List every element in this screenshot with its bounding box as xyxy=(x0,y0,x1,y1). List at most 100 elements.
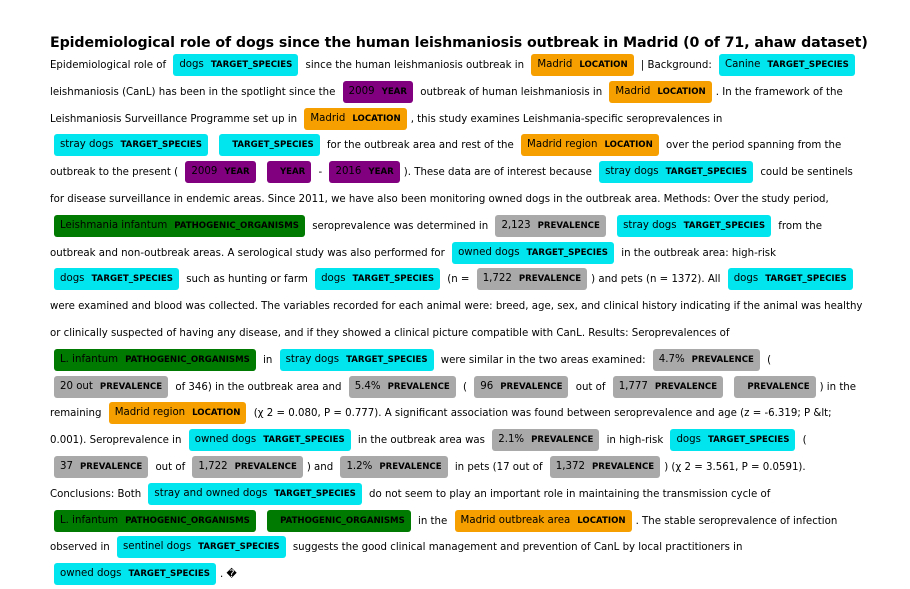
entity-text: Madrid xyxy=(615,85,651,97)
entity-target-species: stray dogs TARGET_SPECIES xyxy=(599,161,754,184)
text-run: ) and pets (n = 1372). All xyxy=(591,274,724,286)
entity-prevalence: 1,777 PREVALENCE xyxy=(612,375,724,398)
entity-label: TARGET_SPECIES xyxy=(665,167,748,178)
entity-text: L. infantum xyxy=(60,514,119,526)
entity-label: LOCATION xyxy=(577,515,626,526)
entity-text: 2009 xyxy=(348,85,375,97)
text-run: out of xyxy=(572,381,609,393)
entity-text: L. infantum xyxy=(60,353,119,365)
entity-pathogenic-organisms: PATHOGENIC_ORGANISMS xyxy=(267,509,411,532)
entity-text: dogs xyxy=(676,434,701,446)
text-run: - xyxy=(315,167,326,179)
text-run: ( xyxy=(763,354,772,366)
entity-label: TARGET_SPECIES xyxy=(210,60,293,70)
entity-label: LOCATION xyxy=(579,60,628,70)
text-run: ) and xyxy=(306,461,337,473)
entity-label: PREVALENCE xyxy=(99,381,163,392)
entity-label: TARGET_SPECIES xyxy=(120,140,202,151)
entity-prevalence: 5.4% PREVALENCE xyxy=(348,375,456,398)
text-run: for the outbreak area and rest of the xyxy=(323,140,518,152)
entity-text: 20 out xyxy=(60,380,93,392)
entity-label: PREVALENCE xyxy=(379,461,442,472)
entity-text: stray dogs xyxy=(285,353,340,365)
entity-label: LOCATION xyxy=(657,86,706,97)
text-run: in xyxy=(259,354,276,366)
entity-label: TARGET_SPECIES xyxy=(274,488,356,499)
text-run: of 346) in the outbreak area and xyxy=(172,381,345,393)
entity-target-species: stray dogs TARGET_SPECIES xyxy=(617,214,772,237)
entity-label: TARGET_SPECIES xyxy=(683,220,766,231)
entity-target-species: TARGET_SPECIES xyxy=(219,134,320,157)
entity-text: dogs xyxy=(60,273,85,285)
entity-text: 2016 xyxy=(335,166,362,178)
entity-location: Madrid LOCATION xyxy=(531,54,634,76)
entity-label: TARGET_SPECIES xyxy=(767,60,849,70)
entity-label: PREVALENCE xyxy=(691,354,754,365)
entity-target-species: sentinel dogs TARGET_SPECIES xyxy=(117,536,286,559)
entity-text: Madrid region xyxy=(114,407,186,419)
entity-target-species: stray dogs TARGET_SPECIES xyxy=(54,134,208,157)
text-run: Epidemiological role of xyxy=(50,60,170,71)
entity-prevalence: 2.1% PREVALENCE xyxy=(492,429,600,452)
entity-label: PATHOGENIC_ORGANISMS xyxy=(280,515,405,526)
entity-label: PREVALENCE xyxy=(654,381,718,392)
entity-label: TARGET_SPECIES xyxy=(346,354,428,365)
entity-label: YEAR xyxy=(368,167,394,178)
entity-target-species: stray dogs TARGET_SPECIES xyxy=(279,348,434,371)
entity-text: stray and owned dogs xyxy=(154,487,268,499)
entity-label: LOCATION xyxy=(352,113,401,124)
entity-text: dogs xyxy=(179,59,204,70)
entity-label: YEAR xyxy=(381,86,407,97)
entity-text: 1,722 xyxy=(482,273,512,285)
entity-label: PREVALENCE xyxy=(518,274,582,285)
text-run: outbreak of human leishmaniosis in xyxy=(416,86,606,98)
entity-label: PREVALENCE xyxy=(387,381,450,392)
text-run xyxy=(260,167,263,178)
entity-year: 2016 YEAR xyxy=(329,161,400,184)
text-run xyxy=(260,516,263,527)
entity-target-species: Canine TARGET_SPECIES xyxy=(719,54,855,76)
entity-label: TARGET_SPECIES xyxy=(352,274,435,285)
entity-prevalence: PREVALENCE xyxy=(734,375,816,398)
entity-text: 1,372 xyxy=(555,460,585,472)
entity-label: PATHOGENIC_ORGANISMS xyxy=(125,354,250,365)
entity-label: PREVALENCE xyxy=(531,435,594,446)
entity-text: 2.1% xyxy=(498,434,525,446)
text-run: . � xyxy=(219,569,237,581)
page-title: Epidemiological role of dogs since the h… xyxy=(50,35,868,51)
entity-location: Madrid LOCATION xyxy=(304,107,407,130)
entity-label: PREVALENCE xyxy=(79,461,143,472)
entity-text: stray dogs xyxy=(60,139,114,151)
entity-text: Madrid xyxy=(537,59,573,70)
entity-text: dogs xyxy=(733,273,759,285)
entity-prevalence: 1.2% PREVALENCE xyxy=(340,455,448,478)
entity-text: Madrid outbreak area xyxy=(460,514,571,526)
entity-label: LOCATION xyxy=(192,408,241,419)
text-run: in pets (17 out of xyxy=(451,461,546,473)
text-run: (n = xyxy=(444,274,473,286)
entity-year: 2009 YEAR xyxy=(342,80,413,103)
entity-year: 2009 YEAR xyxy=(185,161,256,184)
entity-target-species: dogs TARGET_SPECIES xyxy=(670,429,796,452)
text-run xyxy=(727,382,730,393)
text-run: leishmaniosis (CanL) has been in the spo… xyxy=(50,86,339,98)
entity-label: TARGET_SPECIES xyxy=(91,274,173,285)
entity-target-species: owned dogs TARGET_SPECIES xyxy=(54,563,216,586)
entity-text: dogs xyxy=(321,273,346,285)
entity-text: 1.2% xyxy=(346,460,373,472)
text-run: since the human leishmaniosis outbreak i… xyxy=(302,60,528,71)
entity-text: 1,777 xyxy=(618,380,648,392)
entity-text: Madrid region xyxy=(527,139,598,151)
entity-target-species: owned dogs TARGET_SPECIES xyxy=(188,429,351,452)
entity-prevalence: 1,722 PREVALENCE xyxy=(476,268,588,291)
entity-target-species: owned dogs TARGET_SPECIES xyxy=(452,241,614,264)
text-run: seroprevalence was determined in xyxy=(308,220,492,232)
entity-prevalence: 37 PREVALENCE xyxy=(54,455,149,478)
text-run: were examined and blood was collected. T… xyxy=(50,301,863,339)
text-run: were similar in the two areas examined: xyxy=(437,354,649,366)
entity-label: TARGET_SPECIES xyxy=(263,435,345,446)
entity-prevalence: 1,372 PREVALENCE xyxy=(549,455,661,478)
entity-prevalence: 4.7% PREVALENCE xyxy=(652,348,760,371)
entity-text: owned dogs xyxy=(458,246,520,258)
entity-text: Leishmania infantum xyxy=(60,219,168,231)
